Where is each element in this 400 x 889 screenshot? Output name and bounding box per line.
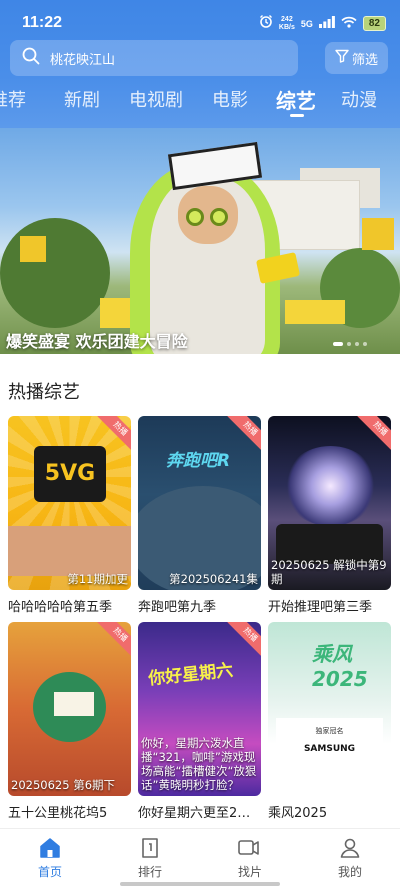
wifi-icon xyxy=(341,15,357,33)
ranking-icon xyxy=(120,835,180,861)
filter-button[interactable]: 筛选 xyxy=(325,42,388,74)
bottom-nav: 首页 排行 找片 我的 xyxy=(0,828,400,889)
show-card[interactable]: 5VG 热播 第11期加更 哈哈哈哈哈第五季 xyxy=(8,416,131,615)
tab-tv-series[interactable]: 电视剧 xyxy=(129,86,183,112)
banner-caption: 爆笑盛宴 欢乐团建大冒险 xyxy=(6,332,188,351)
sponsor-label: 独家冠名 xyxy=(315,727,344,735)
show-title[interactable]: 乘风2025 xyxy=(268,802,391,821)
show-title[interactable]: 哈哈哈哈哈第五季 xyxy=(8,596,131,615)
sponsor-brand: SAMSUNG xyxy=(303,744,356,754)
tab-variety[interactable]: 综艺 xyxy=(276,85,316,114)
net-speed-unit: KB/s xyxy=(278,23,295,31)
active-tab-indicator xyxy=(290,114,304,117)
status-icons: 242 KB/s 5G 82 xyxy=(259,14,386,33)
banner-chair xyxy=(285,300,345,324)
banner-sign xyxy=(20,236,46,262)
hot-badge: 热播 xyxy=(227,416,261,452)
profile-icon xyxy=(320,835,380,861)
show-title[interactable]: 奔跑吧第九季 xyxy=(138,596,261,615)
status-time: 11:22 xyxy=(22,14,63,31)
search-bar[interactable]: 桃花映江山 xyxy=(10,40,298,76)
banner-tree xyxy=(0,218,110,328)
hot-badge: 热播 xyxy=(227,622,261,658)
search-icon xyxy=(22,47,40,69)
show-card[interactable]: 你好星期六 热播 你好，星期六泼水直播“321，咖啡”游戏现场高能“擂槽健次“放… xyxy=(138,622,261,821)
pagination-dot xyxy=(355,342,359,346)
show-card[interactable]: 奔跑吧R 热播 第202506241集 奔跑吧第九季 xyxy=(138,416,261,615)
tab-recommend[interactable]: 推荐 xyxy=(0,86,26,112)
filter-label: 筛选 xyxy=(351,52,378,68)
show-card[interactable]: 热播 20250625 第6期下 五十公里桃花坞5 xyxy=(8,622,131,821)
alarm-icon xyxy=(259,14,273,33)
tab-anime[interactable]: 动漫 xyxy=(341,86,377,112)
video-search-icon xyxy=(220,835,280,861)
battery-indicator: 82 xyxy=(362,16,386,31)
signal-icon xyxy=(318,15,335,33)
filter-icon xyxy=(335,49,349,67)
nav-label: 首页 xyxy=(37,865,62,879)
banner-eye xyxy=(186,208,204,226)
show-logo: 你好星期六 xyxy=(147,660,235,690)
show-card[interactable]: 热播 20250625 解锁中第9期 开始推理吧第三季 xyxy=(268,416,391,615)
network-speed: 242 KB/s xyxy=(279,16,295,32)
nav-label: 排行 xyxy=(137,865,162,879)
poster-graphic xyxy=(8,526,131,576)
banner-sign xyxy=(362,218,394,250)
poster-graphic xyxy=(283,446,378,526)
home-indicator xyxy=(120,882,280,886)
hero-banner[interactable]: 爆笑盛宴 欢乐团建大冒险 xyxy=(0,128,400,354)
show-poster[interactable]: 热播 20250625 第6期下 xyxy=(8,622,131,796)
episode-overlay: 20250625 解锁中第9期 xyxy=(271,558,387,586)
show-title[interactable]: 你好星期六更至2… xyxy=(138,802,261,821)
search-input[interactable]: 桃花映江山 xyxy=(50,49,115,68)
pagination-dot xyxy=(347,342,351,346)
show-title[interactable]: 开始推理吧第三季 xyxy=(268,596,391,615)
net-speed-value: 242 xyxy=(281,15,293,23)
section-title: 热播综艺 xyxy=(8,382,80,403)
show-poster[interactable]: 5VG 热播 第11期加更 xyxy=(8,416,131,590)
hot-badge: 热播 xyxy=(97,622,131,658)
hot-badge: 热播 xyxy=(357,416,391,452)
nav-label: 我的 xyxy=(337,865,362,879)
poster-graphic xyxy=(54,692,94,716)
show-logo: 5VG xyxy=(34,446,106,502)
show-poster[interactable]: 你好星期六 热播 你好，星期六泼水直播“321，咖啡”游戏现场高能“擂槽健次“放… xyxy=(138,622,261,796)
show-title[interactable]: 五十公里桃花坞5 xyxy=(8,802,131,821)
network-type: 5G xyxy=(300,18,313,29)
show-poster[interactable]: 奔跑吧R 热播 第202506241集 xyxy=(138,416,261,590)
tab-new-series[interactable]: 新剧 xyxy=(64,86,100,112)
show-poster[interactable]: 乘风2025 独家冠名 SAMSUNG xyxy=(268,622,391,796)
status-bar: 11:22 242 KB/s 5G 82 xyxy=(0,0,400,40)
nav-profile[interactable]: 我的 xyxy=(320,835,380,880)
show-logo: 奔跑吧R xyxy=(166,451,231,471)
header: 11:22 242 KB/s 5G 82 桃花映江山 筛选 荐 新剧 电视剧 电… xyxy=(0,0,400,128)
nav-home[interactable]: 首页 xyxy=(20,835,80,880)
episode-overlay: 第202506241集 xyxy=(169,572,258,586)
pagination-dot xyxy=(363,342,367,346)
banner-eye xyxy=(210,208,228,226)
pagination-dot xyxy=(333,342,343,346)
show-logo: 乘风2025 xyxy=(312,642,368,691)
show-poster[interactable]: 热播 20250625 解锁中第9期 xyxy=(268,416,391,590)
nav-find[interactable]: 找片 xyxy=(220,835,280,880)
tab-movies[interactable]: 电影 xyxy=(212,86,248,112)
home-icon xyxy=(20,835,80,861)
episode-overlay: 第11期加更 xyxy=(67,572,128,586)
nav-label: 找片 xyxy=(237,865,262,879)
banner-pagination xyxy=(333,342,367,346)
nav-ranking[interactable]: 排行 xyxy=(120,835,180,880)
show-card[interactable]: 乘风2025 独家冠名 SAMSUNG 乘风2025 xyxy=(268,622,391,821)
episode-overlay: 20250625 第6期下 xyxy=(11,778,116,792)
category-tabs: 推荐 新剧 电视剧 电影 综艺 动漫 xyxy=(0,84,400,124)
episode-overlay: 你好，星期六泼水直播“321，咖啡”游戏现场高能“擂槽健次“放狠话”黄晓明秒打脸… xyxy=(141,736,257,792)
